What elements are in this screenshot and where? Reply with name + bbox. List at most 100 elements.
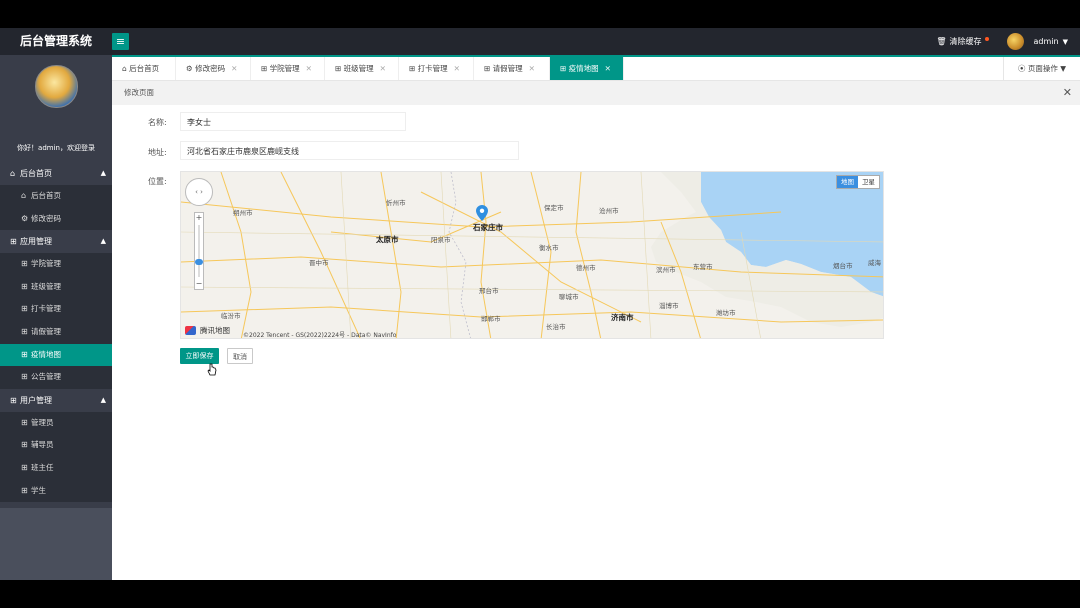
- close-icon[interactable]: ✕: [529, 64, 535, 73]
- trash-icon: 🗑: [936, 37, 947, 46]
- map-city-label: 太原市: [376, 235, 399, 244]
- chevron-down-icon: ▼: [1057, 64, 1067, 73]
- sidebar-item-label: 辅导员: [31, 440, 54, 450]
- map-city-label: 忻州市: [386, 199, 406, 207]
- sidebar-item-leave[interactable]: ⊞ 请假管理: [0, 320, 112, 344]
- map-type-map[interactable]: 地图: [837, 176, 858, 188]
- sidebar-item-label: 管理员: [31, 417, 54, 427]
- zoom-slider-handle[interactable]: [195, 259, 203, 265]
- gear-icon: ⚙: [21, 213, 29, 223]
- clear-cache-label: 清除缓存: [949, 37, 982, 46]
- app-title: 后台管理系统: [19, 34, 92, 48]
- nav-group-apps[interactable]: ⊞ 应用管理 ▲: [0, 230, 112, 254]
- zoom-out-icon[interactable]: −: [195, 279, 203, 289]
- header-user-name[interactable]: admin: [1034, 37, 1059, 46]
- tab-epidemic-map[interactable]: ⊞ 疫情地图 ✕: [550, 57, 624, 80]
- chevron-up-icon: ▲: [100, 395, 106, 404]
- apps-icon: ⊞: [10, 237, 17, 247]
- welcome-text: 你好！admin，欢迎登录: [17, 144, 95, 152]
- tab-leave[interactable]: ⊞ 请假管理 ✕: [474, 57, 550, 80]
- sidebar-item-checkin[interactable]: ⊞ 打卡管理: [0, 298, 112, 321]
- tab-class[interactable]: ⊞ 班级管理 ✕: [325, 57, 399, 80]
- zoom-track[interactable]: [198, 225, 200, 277]
- tab-checkin[interactable]: ⊞ 打卡管理 ✕: [399, 57, 474, 80]
- cancel-button[interactable]: 取消: [227, 348, 253, 364]
- tab-home[interactable]: ⌂ 后台首页: [112, 57, 176, 80]
- map-city-label: 东营市: [693, 263, 713, 271]
- sidebar-item-label: 班级管理: [31, 281, 61, 291]
- pan-control-icon[interactable]: ‹ ›: [185, 178, 213, 206]
- sidebar-item-college[interactable]: ⊞ 学院管理: [0, 253, 112, 276]
- chevron-down-icon[interactable]: ▼: [1063, 38, 1068, 46]
- tab-label: 请假管理: [492, 64, 523, 73]
- location-marker-icon[interactable]: [476, 205, 488, 221]
- apps-icon: ⊞: [261, 64, 270, 73]
- sidebar-item-notice[interactable]: ⊞ 公告管理: [0, 366, 112, 389]
- sidebar-item-label: 疫情地图: [31, 349, 61, 359]
- close-icon[interactable]: ✕: [1063, 81, 1072, 105]
- sidebar-item-home[interactable]: ⌂ 后台首页: [0, 185, 112, 208]
- page-ops-label: 页面操作: [1027, 64, 1058, 73]
- tab-label: 后台首页: [129, 64, 160, 73]
- map-logo-text: 腾讯地图: [200, 326, 230, 335]
- sidebar: 你好！admin，欢迎登录 ⌂ 后台首页 ▲ ⌂ 后台首页 ⚙ 修改密码 ⊞ 应用管理 ▲ …: [0, 55, 112, 580]
- name-field[interactable]: 李女士: [180, 112, 406, 131]
- close-icon[interactable]: ✕: [380, 64, 386, 73]
- map-city-label: 潍坊市: [716, 309, 736, 317]
- sidebar-item-label: 公告管理: [31, 372, 61, 382]
- sidebar-item-class[interactable]: ⊞ 班级管理: [0, 275, 112, 299]
- map-city-label: 朔州市: [233, 209, 253, 217]
- sidebar-user: 你好！admin，欢迎登录: [0, 55, 112, 152]
- save-button[interactable]: 立即保存: [180, 348, 219, 364]
- apps-icon: ⊞: [21, 462, 28, 472]
- close-icon[interactable]: ✕: [605, 64, 611, 73]
- sidebar-nav: ⌂ 后台首页 ▲ ⌂ 后台首页 ⚙ 修改密码 ⊞ 应用管理 ▲ ⊞ 学院管理 ⊞ 班级管理 ⊞ 打…: [0, 162, 112, 503]
- zoom-in-icon[interactable]: +: [195, 213, 203, 223]
- sidebar-item-password[interactable]: ⚙ 修改密码: [0, 207, 112, 231]
- apps-icon: ⊞: [21, 485, 28, 495]
- hamburger-icon[interactable]: ≡: [112, 33, 129, 50]
- map-city-label: 烟台市: [833, 262, 853, 270]
- apps-icon: ⊞: [21, 326, 28, 336]
- clear-cache-button[interactable]: 🗑 清除缓存: [936, 36, 989, 47]
- tab-label: 学院管理: [269, 64, 300, 73]
- sidebar-item-epidemic-map[interactable]: ⊞ 疫情地图: [0, 343, 112, 367]
- close-icon[interactable]: ✕: [231, 64, 237, 73]
- apps-icon: ⊞: [335, 64, 344, 73]
- close-icon[interactable]: ✕: [454, 64, 460, 73]
- map-city-label: 威海: [868, 259, 881, 267]
- nav-group-home[interactable]: ⌂ 后台首页 ▲: [0, 162, 112, 185]
- map-city-label: 沧州市: [599, 207, 619, 215]
- sidebar-item-counselor[interactable]: ⊞ 辅导员: [0, 434, 112, 457]
- sidebar-item-admin[interactable]: ⊞ 管理员: [0, 411, 112, 435]
- map-city-label: 淄博市: [659, 302, 679, 310]
- sidebar-item-head-teacher[interactable]: ⊞ 班主任: [0, 456, 112, 480]
- map-type-satellite[interactable]: 卫星: [858, 176, 879, 188]
- map-city-label: 济南市: [611, 313, 634, 322]
- app-window: 后台管理系统 ≡ 🗑 清除缓存 admin ▼ 你好！admin，欢迎登录 ⌂ 后…: [0, 28, 1080, 580]
- map-city-label: 滨州市: [656, 266, 676, 274]
- nav-group-users[interactable]: ⊞ 用户管理 ▲: [0, 388, 112, 412]
- map-city-label: 保定市: [544, 204, 564, 212]
- sidebar-item-student[interactable]: ⊞ 学生: [0, 479, 112, 503]
- apps-icon: ⊞: [21, 417, 28, 427]
- apps-icon: ⊞: [21, 281, 28, 291]
- sidebar-item-label: 请假管理: [31, 326, 61, 336]
- apps-icon: ⊞: [10, 395, 17, 405]
- address-field[interactable]: 河北省石家庄市鹿泉区鹿岘支线: [180, 141, 519, 160]
- sidebar-item-label: 班主任: [31, 462, 54, 472]
- top-bar: 后台管理系统 ≡ 🗑 清除缓存 admin ▼: [0, 28, 1080, 55]
- map-city-label: 聊城市: [559, 293, 579, 301]
- sidebar-item-label: 学院管理: [31, 259, 61, 269]
- map-view[interactable]: 朔州市 忻州市 太原市 阳泉市 石家庄市 保定市 沧州市 衡水市 德州市 滨州市…: [180, 171, 884, 339]
- tab-label: 疫情地图: [568, 64, 599, 73]
- map-city-label: 邢台市: [479, 287, 499, 295]
- header-avatar[interactable]: [1006, 33, 1024, 50]
- chevron-up-icon: ▲: [100, 237, 106, 246]
- tab-password[interactable]: ⚙ 修改密码 ✕: [176, 57, 251, 80]
- gear-icon: ⚙: [186, 64, 196, 73]
- tab-college[interactable]: ⊞ 学院管理 ✕: [251, 57, 325, 80]
- page-operations-button[interactable]: ⦿ 页面操作 ▼: [1003, 57, 1080, 80]
- close-icon[interactable]: ✕: [306, 64, 312, 73]
- chevron-up-icon: ▲: [100, 169, 106, 177]
